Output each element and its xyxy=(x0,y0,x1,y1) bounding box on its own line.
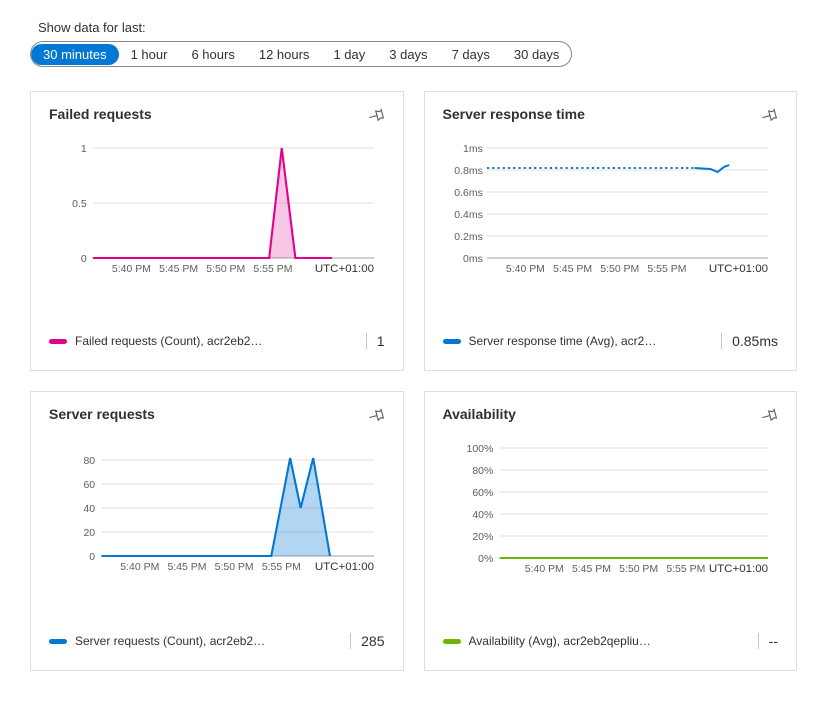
svg-text:5:40 PM: 5:40 PM xyxy=(524,564,563,575)
tile-availability: Availability 100% 80% 60% 40% 20% 0% xyxy=(424,391,798,671)
legend-swatch xyxy=(443,639,461,644)
legend-label: Availability (Avg), acr2eb2qepliu… xyxy=(469,634,750,648)
svg-text:5:55 PM: 5:55 PM xyxy=(262,562,301,573)
pin-icon xyxy=(367,412,385,427)
svg-text:0: 0 xyxy=(89,552,95,563)
svg-text:5:55 PM: 5:55 PM xyxy=(647,264,686,275)
legend: Failed requests (Count), acr2eb2… 1 xyxy=(49,333,385,349)
legend-value: 0.85ms xyxy=(721,333,778,349)
svg-text:0.4ms: 0.4ms xyxy=(454,210,483,221)
svg-text:UTC+01:00: UTC+01:00 xyxy=(708,263,767,275)
legend-value: 285 xyxy=(350,633,384,649)
svg-text:5:50 PM: 5:50 PM xyxy=(600,264,639,275)
legend-swatch xyxy=(443,339,461,344)
svg-text:UTC+01:00: UTC+01:00 xyxy=(708,563,767,575)
svg-text:0.6ms: 0.6ms xyxy=(454,188,483,199)
svg-text:5:40 PM: 5:40 PM xyxy=(120,562,159,573)
svg-text:0%: 0% xyxy=(478,554,493,565)
pin-button[interactable] xyxy=(760,406,778,424)
tile-title: Server response time xyxy=(443,106,585,122)
svg-text:UTC+01:00: UTC+01:00 xyxy=(315,561,374,573)
svg-text:60%: 60% xyxy=(472,488,493,499)
svg-text:1: 1 xyxy=(81,144,87,155)
time-filter: 30 minutes 1 hour 6 hours 12 hours 1 day… xyxy=(30,41,572,67)
tile-server-response-time: Server response time 1ms 0.8ms 0.6ms 0.4… xyxy=(424,91,798,371)
chart-failed-requests[interactable]: 1 0.5 0 5:40 PM 5:45 PM 5:50 PM 5:55 PM … xyxy=(49,138,385,311)
svg-text:5:45 PM: 5:45 PM xyxy=(553,264,592,275)
svg-text:0.5: 0.5 xyxy=(72,199,87,210)
svg-text:80%: 80% xyxy=(472,466,493,477)
chart-server-response-time[interactable]: 1ms 0.8ms 0.6ms 0.4ms 0.2ms 0ms 5:40 PM … xyxy=(443,138,779,311)
svg-text:5:45 PM: 5:45 PM xyxy=(159,264,198,275)
chart-availability[interactable]: 100% 80% 60% 40% 20% 0% 5:40 PM 5:45 PM … xyxy=(443,438,779,611)
time-pill-12h[interactable]: 12 hours xyxy=(247,44,322,65)
svg-text:5:45 PM: 5:45 PM xyxy=(167,562,206,573)
pin-icon xyxy=(760,412,778,427)
time-pill-30m[interactable]: 30 minutes xyxy=(31,44,119,65)
legend-label: Server response time (Avg), acr2… xyxy=(469,334,714,348)
tile-title: Server requests xyxy=(49,406,155,422)
chart-server-requests[interactable]: 80 60 40 20 0 5:40 PM 5:45 PM 5:50 PM 5:… xyxy=(49,438,385,611)
legend-swatch xyxy=(49,339,67,344)
legend-value: -- xyxy=(758,633,778,649)
time-pill-1h[interactable]: 1 hour xyxy=(119,44,180,65)
time-pill-1d[interactable]: 1 day xyxy=(321,44,377,65)
svg-text:5:55 PM: 5:55 PM xyxy=(253,264,292,275)
svg-text:5:45 PM: 5:45 PM xyxy=(571,564,610,575)
legend-value: 1 xyxy=(366,333,385,349)
legend: Server response time (Avg), acr2… 0.85ms xyxy=(443,333,779,349)
tile-grid: Failed requests 1 0.5 0 xyxy=(30,91,797,671)
svg-text:5:40 PM: 5:40 PM xyxy=(505,264,544,275)
svg-text:0.8ms: 0.8ms xyxy=(454,166,483,177)
legend-label: Server requests (Count), acr2eb2… xyxy=(75,634,342,648)
svg-text:1ms: 1ms xyxy=(463,144,483,155)
time-pill-7d[interactable]: 7 days xyxy=(440,44,502,65)
svg-text:100%: 100% xyxy=(466,444,493,455)
svg-text:5:40 PM: 5:40 PM xyxy=(112,264,151,275)
tile-title: Failed requests xyxy=(49,106,152,122)
tile-failed-requests: Failed requests 1 0.5 0 xyxy=(30,91,404,371)
svg-text:UTC+01:00: UTC+01:00 xyxy=(315,263,374,275)
legend: Server requests (Count), acr2eb2… 285 xyxy=(49,633,385,649)
pin-icon xyxy=(760,112,778,127)
svg-text:5:50 PM: 5:50 PM xyxy=(215,562,254,573)
svg-text:40: 40 xyxy=(83,504,95,515)
time-pill-3d[interactable]: 3 days xyxy=(377,44,439,65)
legend-label: Failed requests (Count), acr2eb2… xyxy=(75,334,358,348)
dashboard: Show data for last: 30 minutes 1 hour 6 … xyxy=(0,0,817,701)
time-pill-6h[interactable]: 6 hours xyxy=(179,44,246,65)
pin-button[interactable] xyxy=(760,106,778,124)
pin-button[interactable] xyxy=(367,106,385,124)
svg-text:80: 80 xyxy=(83,456,95,467)
svg-text:40%: 40% xyxy=(472,510,493,521)
svg-text:5:50 PM: 5:50 PM xyxy=(619,564,658,575)
tile-server-requests: Server requests 80 60 40 20 0 xyxy=(30,391,404,671)
svg-text:0.2ms: 0.2ms xyxy=(454,232,483,243)
svg-text:5:55 PM: 5:55 PM xyxy=(666,564,705,575)
svg-text:0: 0 xyxy=(81,254,87,265)
legend-swatch xyxy=(49,639,67,644)
svg-text:0ms: 0ms xyxy=(463,254,483,265)
time-pill-30d[interactable]: 30 days xyxy=(502,44,572,65)
pin-button[interactable] xyxy=(367,406,385,424)
tile-title: Availability xyxy=(443,406,516,422)
svg-text:5:50 PM: 5:50 PM xyxy=(206,264,245,275)
time-filter-label: Show data for last: xyxy=(38,20,797,35)
svg-text:20: 20 xyxy=(83,528,95,539)
svg-text:20%: 20% xyxy=(472,532,493,543)
pin-icon xyxy=(367,112,385,127)
legend: Availability (Avg), acr2eb2qepliu… -- xyxy=(443,633,779,649)
svg-text:60: 60 xyxy=(83,480,95,491)
